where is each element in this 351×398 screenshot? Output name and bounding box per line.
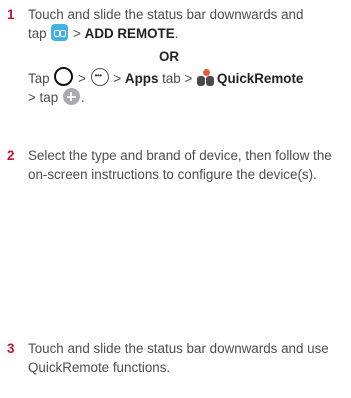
- text-tap: tap: [28, 26, 47, 41]
- step-text: Touch and slide the status bar downwards…: [28, 339, 346, 377]
- text-tab: tab >: [162, 71, 193, 86]
- text-tap: > tap: [28, 90, 59, 105]
- period: .: [174, 26, 179, 41]
- step-2-line-2: on-screen instructions to configure the …: [28, 167, 317, 182]
- add-remote-label: ADD REMOTE: [84, 26, 175, 41]
- separator: >: [113, 71, 122, 86]
- home-icon: [54, 67, 74, 86]
- step-text: Select the type and brand of device, the…: [28, 146, 346, 184]
- text-tap: Tap: [28, 71, 50, 86]
- quickremote-icon: [51, 24, 69, 41]
- step-text: Touch and slide the status bar downwards…: [28, 5, 346, 107]
- apps-icon: •••: [90, 68, 109, 86]
- step-number: 3: [7, 341, 15, 356]
- step-1-line-4: Tap > ••• > Apps tab > QuickRemote: [28, 67, 346, 88]
- step-1-line-5: > tap .: [28, 88, 346, 107]
- step-2-line-1: Select the type and brand of device, the…: [28, 148, 332, 163]
- step-1-line-2: tap > ADD REMOTE.: [28, 24, 346, 43]
- quickremote-app-icon: [196, 69, 216, 87]
- separator: >: [78, 71, 86, 86]
- period: .: [80, 90, 85, 105]
- step-number: 2: [7, 148, 15, 163]
- add-icon: [62, 88, 80, 105]
- quickremote-label: QuickRemote: [217, 71, 304, 86]
- step-3-line-1: Touch and slide the status bar downwards…: [28, 341, 329, 356]
- apps-label: Apps: [124, 71, 159, 86]
- or-label: OR: [158, 49, 180, 64]
- step-number: 1: [7, 7, 15, 22]
- step-3-line-2: QuickRemote functions.: [28, 360, 171, 375]
- separator: >: [73, 26, 81, 41]
- step-1-line-1: Touch and slide the status bar downwards…: [28, 7, 304, 22]
